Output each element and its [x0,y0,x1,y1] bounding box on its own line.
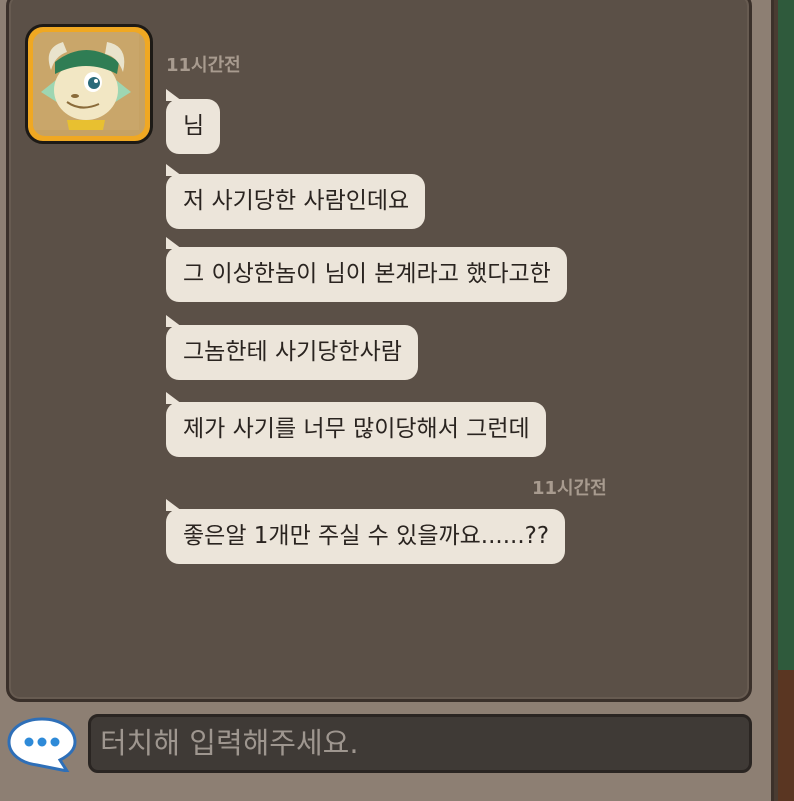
message-timestamp: 11시간전 [532,478,607,499]
message-bubble[interactable]: 저 사기당한 사람인데요 [166,164,426,229]
sender-avatar[interactable] [25,24,153,144]
message-bubble[interactable]: 제가 사기를 너무 많이당해서 그런데 [166,392,546,457]
dragon-avatar-icon [33,32,139,130]
background-edge [774,0,794,801]
message-bubble[interactable]: 그놈한테 사기당한사람 [166,315,418,380]
message-bubble[interactable]: 그 이상한놈이 님이 본계라고 했다고한 [166,237,567,302]
message-timestamp: 11시간전 [166,55,241,76]
message-bubble[interactable]: 좋은알 1개만 주실 수 있을까요......?? [166,499,566,564]
speech-bubble-icon[interactable] [5,716,79,772]
message-input[interactable]: 터치해 입력해주세요. [88,714,752,773]
input-bar: 터치해 입력해주세요. [0,712,774,776]
chat-window: 11시간전 님 저 사기당한 사람인데요 그 이상한놈이 님이 본계라고 했다고… [0,0,774,801]
message-bubble[interactable]: 님 [166,89,221,154]
